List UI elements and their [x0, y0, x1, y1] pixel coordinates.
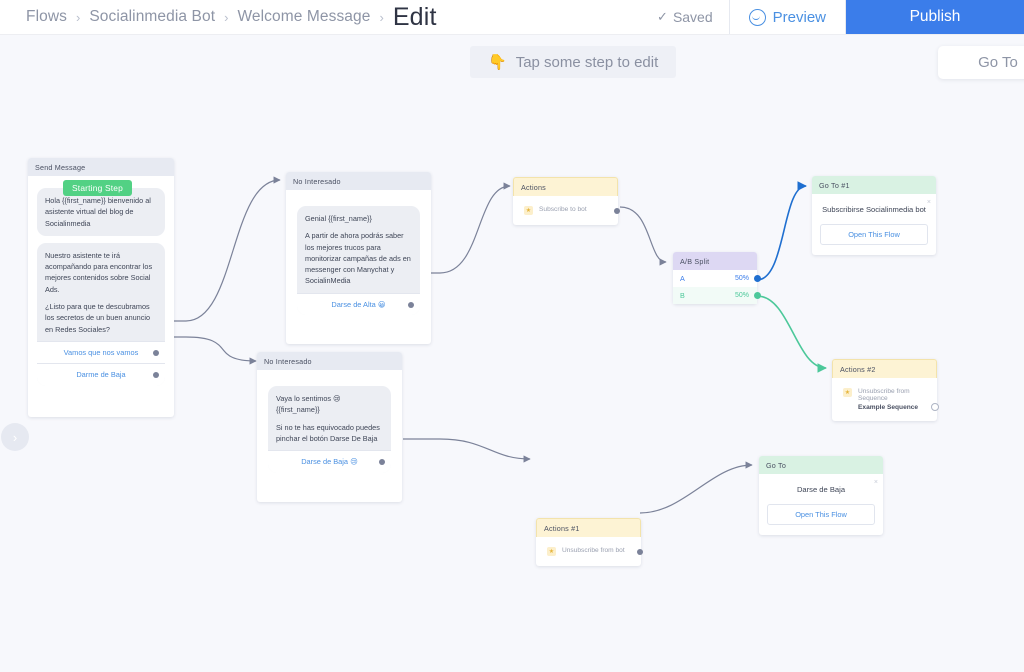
- bubble-paragraph-1: Genial {{first_name}}: [305, 214, 372, 223]
- node-title: No Interesado: [257, 352, 402, 370]
- top-bar: Flows › Socialinmedia Bot › Welcome Mess…: [0, 0, 1024, 34]
- node-actions[interactable]: Actions ★ Subscribe to bot: [513, 177, 620, 225]
- saved-status: ✓ Saved: [657, 9, 729, 25]
- edit-hint-label: Tap some step to edit: [515, 53, 659, 71]
- top-bar-actions: ✓ Saved Preview Publish: [657, 0, 1024, 34]
- goto-side-panel[interactable]: Go To: [938, 46, 1024, 79]
- node-title: Go To: [759, 456, 883, 474]
- message-bubble: Genial {{first_name}} A partir de ahora …: [297, 206, 420, 316]
- open-this-flow-button[interactable]: Open This Flow: [767, 504, 875, 526]
- close-icon[interactable]: ×: [874, 479, 878, 486]
- close-icon[interactable]: ×: [927, 199, 931, 206]
- breadcrumb-item-flow[interactable]: Welcome Message: [237, 8, 370, 26]
- quick-reply-button-1[interactable]: Darse de Alta 😀: [297, 292, 420, 316]
- node-title: Actions: [513, 177, 618, 196]
- quick-reply-label: Darme de Baja: [76, 370, 126, 380]
- breadcrumb-item-bot[interactable]: Socialinmedia Bot: [89, 8, 215, 26]
- messenger-icon: [748, 8, 766, 26]
- ab-branch-a-label: A: [680, 274, 685, 283]
- action-item[interactable]: ★ Unsubscribe from Sequence Example Sequ…: [839, 384, 939, 413]
- node-title: Actions #2: [832, 359, 937, 378]
- action-item[interactable]: ★ Subscribe to bot: [520, 202, 620, 217]
- publish-button[interactable]: Publish: [846, 0, 1024, 34]
- output-port[interactable]: [614, 208, 620, 214]
- breadcrumb-item-flows[interactable]: Flows: [26, 8, 67, 26]
- chevron-right-icon: ›: [12, 429, 18, 445]
- node-title: No Interesado: [286, 172, 431, 190]
- bubble-paragraph-1: Vaya lo sentimos 😢 {{first_name}}: [276, 394, 341, 415]
- goto-body: × Subscribirse Socialinmedia bot Open Th…: [812, 194, 936, 255]
- bell-icon: ★: [547, 547, 556, 556]
- open-this-flow-button[interactable]: Open This Flow: [820, 224, 928, 246]
- preview-button[interactable]: Preview: [728, 0, 846, 34]
- quick-reply-label: Darse de Baja 😢: [301, 457, 358, 467]
- output-port[interactable]: [379, 458, 385, 465]
- output-port[interactable]: [153, 349, 159, 356]
- edit-hint-tooltip: 👇 Tap some step to edit: [470, 46, 677, 78]
- output-port[interactable]: [931, 403, 939, 411]
- quick-reply-button-1[interactable]: Vamos que nos vamos: [37, 340, 165, 364]
- output-port[interactable]: [153, 372, 159, 379]
- node-actions-2[interactable]: Actions #2 ★ Unsubscribe from Sequence E…: [832, 359, 939, 421]
- node-title: Send Message: [28, 158, 174, 176]
- goto-target-label: Darse de Baja: [796, 485, 846, 494]
- node-title: Go To #1: [812, 176, 936, 194]
- node-title: Actions #1: [536, 518, 641, 537]
- chevron-right-icon: ›: [224, 9, 229, 25]
- node-title: A/B Split: [673, 252, 757, 270]
- quick-reply-label: Darse de Alta 😀: [331, 299, 386, 309]
- quick-reply-button-1[interactable]: Darse de Baja 😢: [268, 450, 391, 473]
- node-goto-1[interactable]: Go To #1 × Subscribirse Socialinmedia bo…: [812, 176, 936, 256]
- bell-icon: ★: [524, 206, 533, 215]
- message-bubble: Vaya lo sentimos 😢 {{first_name}} Si no …: [268, 386, 391, 473]
- goto-body: × Darse de Baja Open This Flow: [759, 474, 883, 535]
- goto-side-panel-label: Go To: [978, 54, 1018, 71]
- node-ab-split[interactable]: A/B Split A 50% B 50%: [673, 252, 761, 304]
- action-sublabel: Example Sequence: [858, 404, 919, 411]
- goto-target-label: Subscribirse Socialinmedia bot: [822, 205, 926, 214]
- ab-branch-b-percent: 50%: [734, 292, 749, 299]
- node-no-interesado-2[interactable]: No Interesado Vaya lo sentimos 😢 {{first…: [257, 352, 402, 502]
- node-goto-2[interactable]: Go To × Darse de Baja Open This Flow: [759, 456, 883, 536]
- bubble-paragraph-2: A partir de ahora podrás saber los mejor…: [305, 231, 411, 286]
- pointing-down-icon: 👇: [488, 54, 507, 71]
- ab-branch-a-percent: 50%: [734, 275, 749, 282]
- chevron-right-icon: ›: [75, 9, 81, 25]
- quick-reply-button-2[interactable]: Darme de Baja: [37, 363, 165, 386]
- action-label: Unsubscribe from bot: [562, 547, 625, 554]
- preview-label: Preview: [772, 8, 826, 26]
- action-label: Unsubscribe from Sequence: [858, 388, 910, 402]
- ab-branch-b[interactable]: B 50%: [673, 287, 761, 304]
- output-port[interactable]: [754, 275, 761, 282]
- saved-label: Saved: [672, 9, 713, 25]
- flow-canvas[interactable]: 👇 Tap some step to edit Go To › Starting…: [0, 34, 1024, 672]
- bubble-paragraph-2: Si no te has equivocado puedes pinchar e…: [276, 422, 380, 443]
- message-bubble-2: Nuestro asistente te irá acompañando par…: [37, 242, 165, 386]
- ab-branch-a[interactable]: A 50%: [673, 270, 761, 287]
- bubble-paragraph-1: Nuestro asistente te irá acompañando par…: [45, 250, 153, 294]
- quick-reply-label: Vamos que nos vamos: [63, 347, 139, 357]
- bubble-paragraph-2: ¿Listo para que te descubramos los secre…: [45, 302, 151, 334]
- action-label-wrap: Unsubscribe from Sequence Example Sequen…: [858, 388, 928, 411]
- check-icon: ✓: [657, 9, 668, 24]
- page-title: Edit: [392, 2, 437, 31]
- collapse-sidebar-button[interactable]: ›: [1, 423, 29, 451]
- node-send-message[interactable]: Send Message Hola {{first_name}} bienven…: [28, 158, 174, 417]
- output-port[interactable]: [637, 549, 643, 555]
- action-label: Subscribe to bot: [539, 206, 587, 213]
- node-no-interesado-1[interactable]: No Interesado Genial {{first_name}} A pa…: [286, 172, 431, 345]
- starting-step-badge: Starting Step: [63, 180, 133, 196]
- output-port[interactable]: [754, 292, 761, 299]
- ab-branch-b-label: B: [680, 291, 685, 300]
- breadcrumb: Flows › Socialinmedia Bot › Welcome Mess…: [0, 3, 437, 32]
- bell-icon: ★: [843, 388, 852, 397]
- output-port[interactable]: [408, 301, 414, 308]
- node-actions-1[interactable]: Actions #1 ★ Unsubscribe from bot: [536, 518, 643, 566]
- chevron-right-icon: ›: [379, 9, 384, 25]
- action-item[interactable]: ★ Unsubscribe from bot: [543, 543, 643, 558]
